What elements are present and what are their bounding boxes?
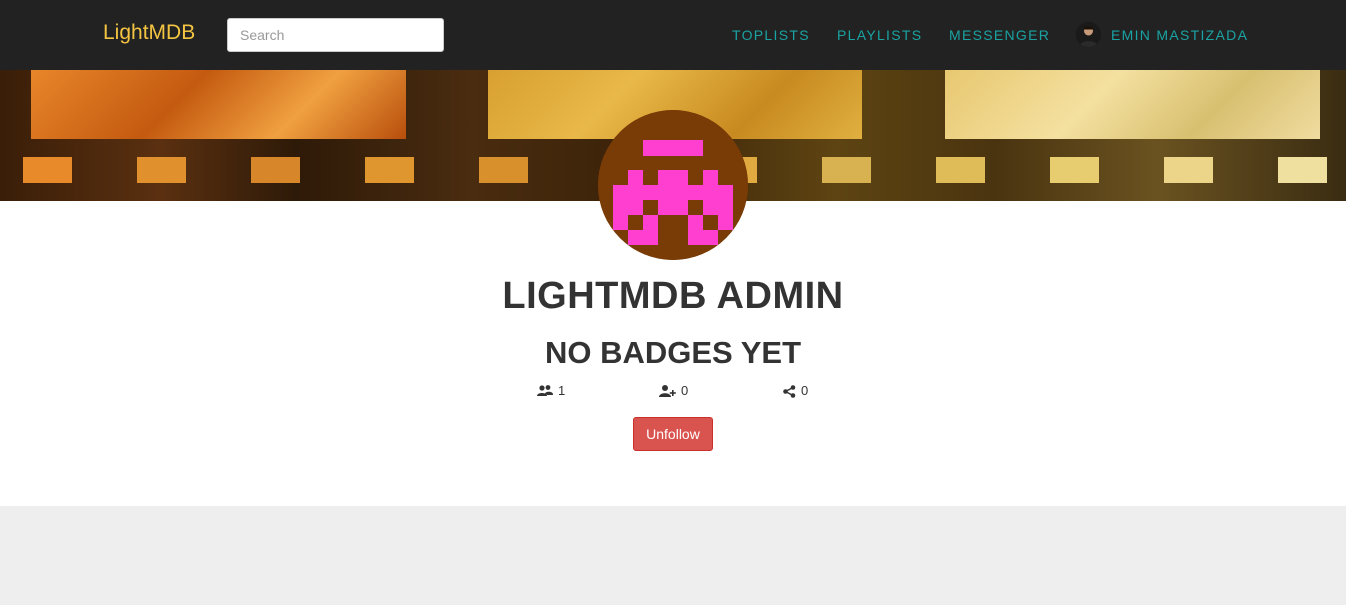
shares-count: 0 (801, 383, 809, 398)
nav-link-user-name[interactable]: EMIN MASTIZADA (1111, 27, 1248, 43)
navbar: LightMDB TOPLISTS PLAYLISTS MESSENGER EM… (0, 0, 1346, 70)
nav-link-playlists[interactable]: PLAYLISTS (837, 27, 922, 43)
profile-name: LIGHTMDB ADMIN (502, 275, 844, 317)
nav-link-toplists[interactable]: TOPLISTS (732, 27, 810, 43)
shares-stat[interactable]: 0 (783, 383, 808, 399)
followers-stat[interactable]: 1 (537, 383, 565, 399)
search-input[interactable] (227, 18, 444, 52)
share-icon (783, 384, 796, 398)
users-icon (537, 384, 553, 398)
brand-logo-link[interactable]: LightMDB (103, 21, 195, 45)
following-count: 0 (681, 383, 689, 398)
nav-link-messenger[interactable]: MESSENGER (949, 27, 1050, 43)
followers-count: 1 (558, 383, 566, 398)
user-avatar[interactable] (1076, 22, 1101, 47)
badges-status: NO BADGES YET (544, 335, 802, 370)
following-stat[interactable]: 0 (659, 383, 688, 399)
profile-avatar (598, 110, 748, 260)
user-plus-icon (659, 384, 676, 398)
unfollow-button[interactable]: Unfollow (633, 417, 713, 451)
